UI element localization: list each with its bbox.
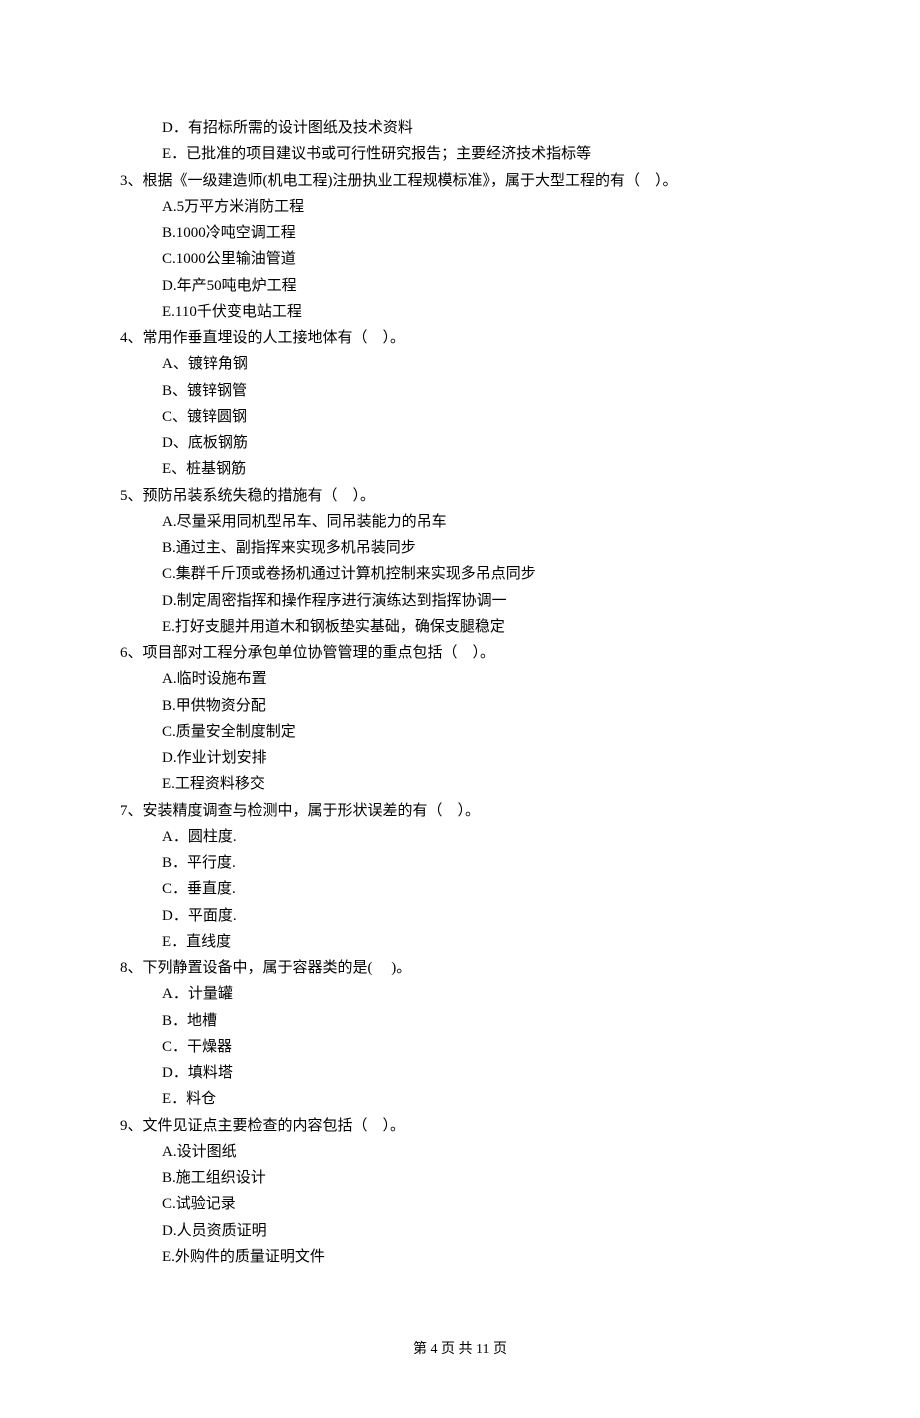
option-item: E.110千伏变电站工程 — [120, 299, 800, 325]
question-text: 项目部对工程分承包单位协管管理的重点包括（ ）。 — [143, 645, 496, 661]
option-item: A.5万平方米消防工程 — [120, 194, 800, 220]
question-text: 根据《一级建造师(机电工程)注册执业工程规模标准》，属于大型工程的有（ ）。 — [143, 173, 678, 189]
option-item: B．地槽 — [120, 1008, 800, 1034]
option-item: D.人员资质证明 — [120, 1218, 800, 1244]
question-stem: 3、根据《一级建造师(机电工程)注册执业工程规模标准》，属于大型工程的有（ ）。 — [120, 168, 800, 194]
option-item: B.通过主、副指挥来实现多机吊装同步 — [120, 535, 800, 561]
option-item: D、底板钢筋 — [120, 430, 800, 456]
option-item: E.工程资料移交 — [120, 771, 800, 797]
option-item: C.1000公里输油管道 — [120, 246, 800, 272]
option-item: D.制定周密指挥和操作程序进行演练达到指挥协调一 — [120, 588, 800, 614]
option-item: A、镀锌角钢 — [120, 351, 800, 377]
option-item: C．垂直度. — [120, 876, 800, 902]
option-item: C.试验记录 — [120, 1191, 800, 1217]
option-item: E.打好支腿并用道木和钢板垫实基础，确保支腿稳定 — [120, 614, 800, 640]
question-number: 8 — [120, 960, 128, 976]
page-footer: 第 4 页 共 11 页 — [120, 1338, 800, 1358]
option-item: A．计量罐 — [120, 981, 800, 1007]
option-item: E．直线度 — [120, 929, 800, 955]
option-item: A．圆柱度. — [120, 824, 800, 850]
option-item: B．平行度. — [120, 850, 800, 876]
question-number: 7 — [120, 803, 128, 819]
question-stem: 6、项目部对工程分承包单位协管管理的重点包括（ ）。 — [120, 640, 800, 666]
option-item: C.质量安全制度制定 — [120, 719, 800, 745]
question-text: 下列静置设备中，属于容器类的是( )。 — [143, 960, 412, 976]
option-item: B.1000冷吨空调工程 — [120, 220, 800, 246]
option-item: E．料仓 — [120, 1086, 800, 1112]
question-stem: 4、常用作垂直埋设的人工接地体有（ ）。 — [120, 325, 800, 351]
option-item: D.年产50吨电炉工程 — [120, 273, 800, 299]
orphan-option: D．有招标所需的设计图纸及技术资料 — [120, 115, 800, 141]
option-item: B.施工组织设计 — [120, 1165, 800, 1191]
option-item: C.集群千斤顶或卷扬机通过计算机控制来实现多吊点同步 — [120, 561, 800, 587]
option-item: A.临时设施布置 — [120, 666, 800, 692]
option-item: C．干燥器 — [120, 1034, 800, 1060]
page-content: D．有招标所需的设计图纸及技术资料 E．已批准的项目建议书或可行性研究报告；主要… — [0, 0, 920, 1418]
option-item: B.甲供物资分配 — [120, 693, 800, 719]
orphan-option: E．已批准的项目建议书或可行性研究报告；主要经济技术指标等 — [120, 141, 800, 167]
option-item: C、镀锌圆钢 — [120, 404, 800, 430]
question-stem: 5、预防吊装系统失稳的措施有（ ）。 — [120, 483, 800, 509]
question-text: 预防吊装系统失稳的措施有（ ）。 — [143, 488, 376, 504]
option-item: A.尽量采用同机型吊车、同吊装能力的吊车 — [120, 509, 800, 535]
question-number: 9 — [120, 1118, 128, 1134]
question-stem: 7、安装精度调查与检测中，属于形状误差的有（ ）。 — [120, 798, 800, 824]
question-stem: 9、文件见证点主要检查的内容包括（ ）。 — [120, 1113, 800, 1139]
option-item: E、桩基钢筋 — [120, 456, 800, 482]
option-item: D.作业计划安排 — [120, 745, 800, 771]
option-item: E.外购件的质量证明文件 — [120, 1244, 800, 1270]
question-text: 安装精度调查与检测中，属于形状误差的有（ ）。 — [143, 803, 481, 819]
question-stem: 8、下列静置设备中，属于容器类的是( )。 — [120, 955, 800, 981]
question-number: 5 — [120, 488, 128, 504]
question-number: 6 — [120, 645, 128, 661]
question-number: 4 — [120, 330, 128, 346]
option-item: B、镀锌钢管 — [120, 378, 800, 404]
option-item: D．平面度. — [120, 903, 800, 929]
question-text: 常用作垂直埋设的人工接地体有（ ）。 — [143, 330, 406, 346]
question-number: 3 — [120, 173, 128, 189]
option-item: D．填料塔 — [120, 1060, 800, 1086]
option-item: A.设计图纸 — [120, 1139, 800, 1165]
question-text: 文件见证点主要检查的内容包括（ ）。 — [143, 1118, 406, 1134]
